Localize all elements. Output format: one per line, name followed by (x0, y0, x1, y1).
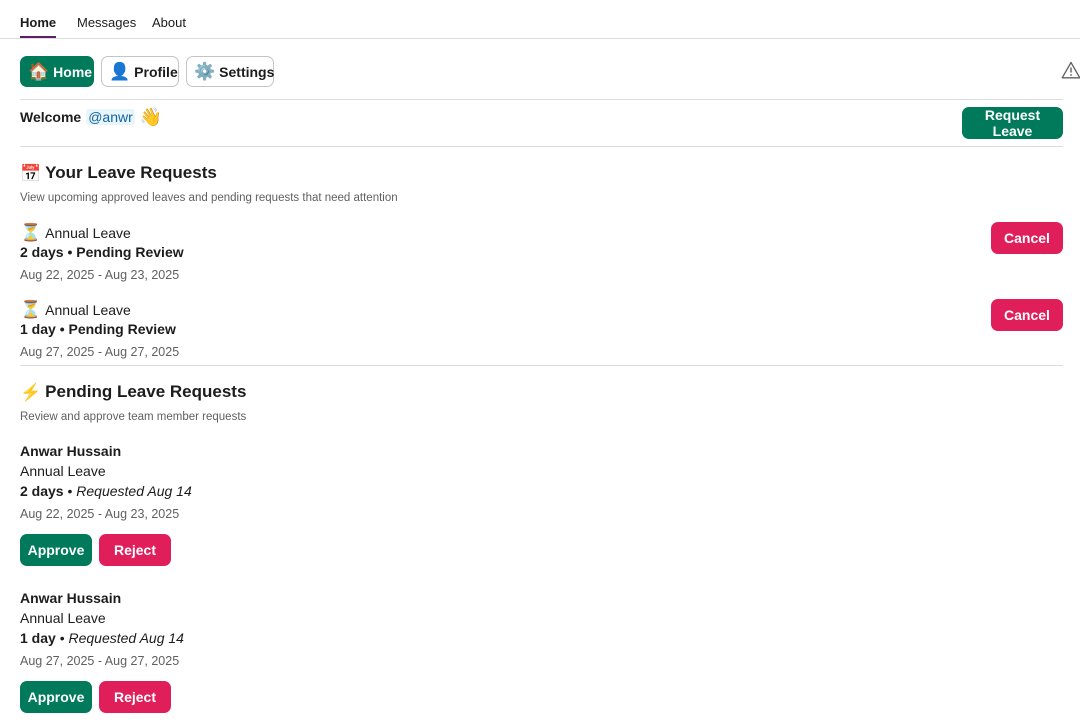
leave-dates: Aug 22, 2025 - Aug 23, 2025 (20, 507, 180, 521)
cancel-button[interactable]: Cancel (991, 299, 1063, 331)
tab-about[interactable]: About (152, 15, 186, 30)
house-icon: 🏠 (28, 62, 50, 81)
leave-summary: 2 days • Pending Review (20, 244, 184, 260)
top-tab-bar: Home Messages About (0, 0, 1080, 39)
warning-icon[interactable] (1061, 61, 1080, 79)
requester-name: Anwar Hussain (20, 590, 122, 606)
leave-dates: Aug 22, 2025 - Aug 23, 2025 (20, 268, 180, 282)
leave-type: Annual Leave (20, 463, 106, 479)
leave-request-item: ⏳ Annual Leave (20, 301, 131, 318)
reject-button[interactable]: Reject (99, 681, 171, 713)
profile-nav-label: Profile (134, 63, 178, 80)
request-leave-button[interactable]: Request Leave (962, 107, 1063, 139)
leave-type: Annual Leave (20, 610, 106, 626)
requester-name: Anwar Hussain (20, 443, 122, 459)
leave-type: Annual Leave (45, 224, 131, 241)
separator: • (67, 483, 73, 499)
tab-home[interactable]: Home (20, 15, 57, 38)
settings-nav-button[interactable]: ⚙️ Settings (186, 56, 274, 87)
leave-days: 2 days (20, 483, 64, 499)
gear-icon: ⚙️ (194, 62, 216, 81)
home-nav-button[interactable]: 🏠 Home (20, 56, 94, 87)
request-summary: 2 days • Requested Aug 14 (20, 483, 192, 499)
leave-dates: Aug 27, 2025 - Aug 27, 2025 (20, 654, 180, 668)
section-subtitle: View upcoming approved leaves and pendin… (20, 192, 398, 204)
cancel-button[interactable]: Cancel (991, 222, 1063, 254)
leave-days: 1 day (20, 630, 56, 646)
leave-type: Annual Leave (45, 301, 131, 318)
divider (20, 99, 1063, 100)
requested-date: Requested Aug 14 (68, 630, 184, 646)
pending-leave-requests-heading: ⚡ Pending Leave Requests (20, 382, 246, 402)
section-title: Your Leave Requests (45, 163, 217, 182)
welcome-text: Welcome (20, 109, 82, 125)
hourglass-icon: ⏳ (20, 300, 42, 319)
divider (20, 365, 1063, 366)
leave-request-item: ⏳ Annual Leave (20, 224, 131, 241)
reject-button[interactable]: Reject (99, 534, 171, 566)
requested-date: Requested Aug 14 (76, 483, 192, 499)
leave-dates: Aug 27, 2025 - Aug 27, 2025 (20, 345, 180, 359)
your-leave-requests-heading: 📅 Your Leave Requests (20, 163, 217, 183)
home-nav-label: Home (53, 63, 93, 80)
section-title: Pending Leave Requests (45, 382, 247, 401)
leave-summary: 1 day • Pending Review (20, 321, 176, 337)
settings-nav-label: Settings (219, 63, 275, 80)
section-subtitle: Review and approve team member requests (20, 411, 247, 423)
request-summary: 1 day • Requested Aug 14 (20, 630, 184, 646)
approve-button[interactable]: Approve (20, 534, 92, 566)
profile-nav-button[interactable]: 👤 Profile (101, 56, 179, 87)
separator: • (59, 630, 65, 646)
user-icon: 👤 (109, 62, 131, 81)
user-mention[interactable]: @anwr (86, 109, 135, 125)
tab-messages[interactable]: Messages (77, 15, 136, 30)
hourglass-icon: ⏳ (20, 223, 42, 242)
calendar-icon: 📅 (20, 163, 42, 183)
waving-hand-icon: 👋 (139, 107, 163, 127)
welcome-message: Welcome @anwr 👋 (20, 108, 162, 126)
divider (20, 146, 1063, 147)
approve-button[interactable]: Approve (20, 681, 92, 713)
lightning-icon: ⚡ (20, 382, 42, 402)
